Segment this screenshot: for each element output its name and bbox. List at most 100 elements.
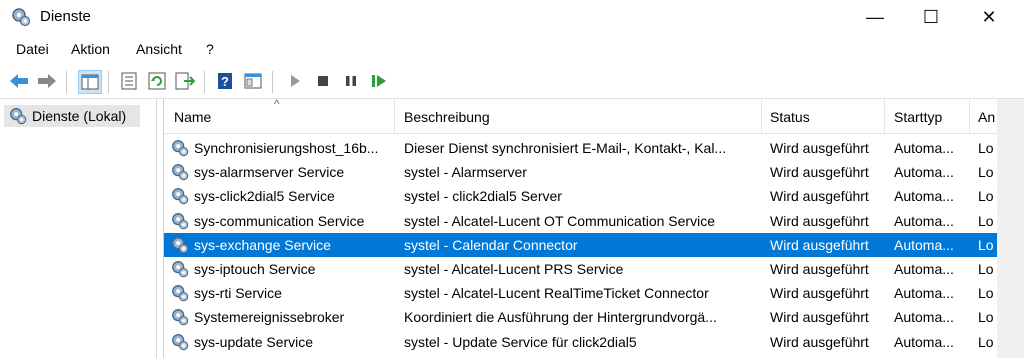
table-row[interactable]: Systemereignissebroker Koordiniert die Au… (164, 305, 998, 329)
table-row[interactable]: sys-iptouch Service systel - Alcatel-Luce… (164, 257, 998, 281)
show-hide-tree-button[interactable] (78, 70, 102, 94)
service-description: Koordiniert die Ausführung der Hintergru… (404, 309, 717, 326)
stop-button[interactable] (312, 70, 334, 92)
table-row[interactable]: sys-alarmserver Service systel - Alarmser… (164, 160, 998, 184)
properties-button[interactable] (118, 70, 140, 92)
minimize-icon: — (866, 6, 884, 27)
column-header-description[interactable]: Beschreibung (404, 109, 490, 125)
service-starttype: Automa... (894, 164, 954, 181)
service-description: systel - Alcatel-Lucent PRS Service (404, 261, 624, 277)
table-row[interactable]: sys-exchange Service systel - Calendar Co… (164, 232, 998, 257)
title-bar: Dienste — ☐ ✕ (0, 0, 1024, 34)
service-starttype: Automa... (894, 333, 954, 350)
column-divider[interactable] (394, 99, 395, 133)
service-status: Wird ausgeführt (770, 164, 869, 181)
service-logon: Lo (978, 309, 994, 326)
column-divider[interactable] (884, 99, 885, 133)
table-row[interactable]: Synchronisierungshost_16b... Dieser Diens… (164, 136, 998, 160)
service-status: Wird ausgeführt (770, 188, 869, 205)
column-header-row: ^ Name Beschreibung Status Starttyp An (164, 99, 998, 134)
column-header-name[interactable]: Name (174, 109, 211, 125)
service-logon: Lo (978, 188, 994, 205)
service-name: Synchronisierungshost_16b... (194, 140, 379, 156)
service-gear-icon (170, 138, 190, 158)
refresh-icon (148, 72, 166, 90)
menu-aktion[interactable]: Aktion (71, 41, 110, 57)
forward-icon (38, 74, 56, 88)
service-description: systel - click2dial5 Server (404, 188, 562, 205)
services-list: ^ Name Beschreibung Status Starttyp An S… (163, 99, 998, 358)
table-row[interactable]: sys-rti Service systel - Alcatel-Lucent R… (164, 281, 998, 305)
service-name: sys-update Service (194, 333, 314, 350)
service-logon: Lo (978, 236, 994, 253)
pause-icon (346, 76, 356, 86)
minimize-button[interactable]: — (852, 0, 898, 34)
column-divider[interactable] (761, 99, 762, 133)
column-header-status[interactable]: Status (770, 109, 810, 125)
close-icon: ✕ (981, 6, 997, 27)
service-logon: Lo (978, 140, 994, 156)
service-status: Wird ausgeführt (770, 236, 869, 253)
table-row[interactable]: sys-update Service systel - Update Servic… (164, 330, 998, 354)
export-list-button[interactable] (174, 70, 196, 92)
restart-icon (372, 75, 386, 87)
service-status: Wird ausgeführt (770, 333, 869, 350)
help-button[interactable]: ? (214, 70, 236, 92)
service-status: Wird ausgeführt (770, 212, 869, 229)
sort-ascending-icon: ^ (274, 99, 280, 111)
service-gear-icon (170, 186, 190, 206)
back-button[interactable] (8, 70, 30, 92)
service-description: systel - Alarmserver (404, 164, 527, 181)
service-logon: Lo (978, 212, 994, 229)
help-icon: ? (218, 73, 232, 89)
forward-button[interactable] (36, 70, 58, 92)
table-row[interactable]: sys-click2dial5 Service systel - click2di… (164, 184, 998, 208)
service-gear-icon (170, 162, 190, 182)
pause-button[interactable] (340, 70, 362, 92)
service-gear-icon (170, 235, 190, 255)
vertical-scrollbar[interactable] (997, 99, 1024, 358)
service-status: Wird ausgeführt (770, 140, 869, 156)
console-icon (244, 73, 262, 89)
service-description: systel - Calendar Connector (404, 236, 578, 253)
toolbar: ? (0, 66, 1024, 99)
back-icon (10, 74, 28, 88)
service-gear-icon (170, 211, 190, 231)
toolbar-separator (204, 71, 205, 93)
menu-help[interactable]: ? (206, 41, 214, 57)
tree-item-label: Dienste (Lokal) (32, 108, 127, 124)
service-starttype: Automa... (894, 212, 954, 229)
service-starttype: Automa... (894, 309, 954, 326)
service-starttype: Automa... (894, 188, 954, 205)
close-button[interactable]: ✕ (966, 0, 1012, 34)
console-button[interactable] (242, 70, 264, 92)
service-status: Wird ausgeführt (770, 261, 869, 277)
window-title: Dienste (40, 8, 91, 25)
menu-ansicht[interactable]: Ansicht (136, 41, 182, 57)
service-gear-icon (170, 259, 190, 279)
refresh-button[interactable] (146, 70, 168, 92)
tree-item-services-local[interactable]: Dienste (Lokal) (4, 105, 140, 127)
menu-datei[interactable]: Datei (16, 41, 49, 57)
restart-button[interactable] (368, 70, 390, 92)
service-starttype: Automa... (894, 261, 954, 277)
service-status: Wird ausgeführt (770, 285, 869, 302)
column-divider[interactable] (969, 99, 970, 133)
services-gear-icon (10, 108, 27, 125)
service-logon: Lo (978, 164, 994, 181)
service-name: sys-communication Service (194, 212, 365, 229)
show-hide-tree-icon (81, 74, 99, 90)
stop-icon (318, 76, 328, 86)
toolbar-separator (272, 71, 273, 93)
column-header-starttype[interactable]: Starttyp (894, 109, 942, 125)
services-gear-icon (12, 8, 31, 27)
service-name: Systemereignissebroker (194, 309, 345, 326)
start-button[interactable] (284, 70, 306, 92)
menu-bar: Datei Aktion Ansicht ? (0, 38, 1024, 62)
maximize-button[interactable]: ☐ (908, 0, 954, 34)
service-name: sys-exchange Service (194, 236, 331, 253)
column-header-logon[interactable]: An (978, 109, 995, 125)
table-row[interactable]: sys-communication Service systel - Alcate… (164, 209, 998, 233)
maximize-icon: ☐ (922, 6, 940, 27)
service-status: Wird ausgeführt (770, 309, 869, 326)
